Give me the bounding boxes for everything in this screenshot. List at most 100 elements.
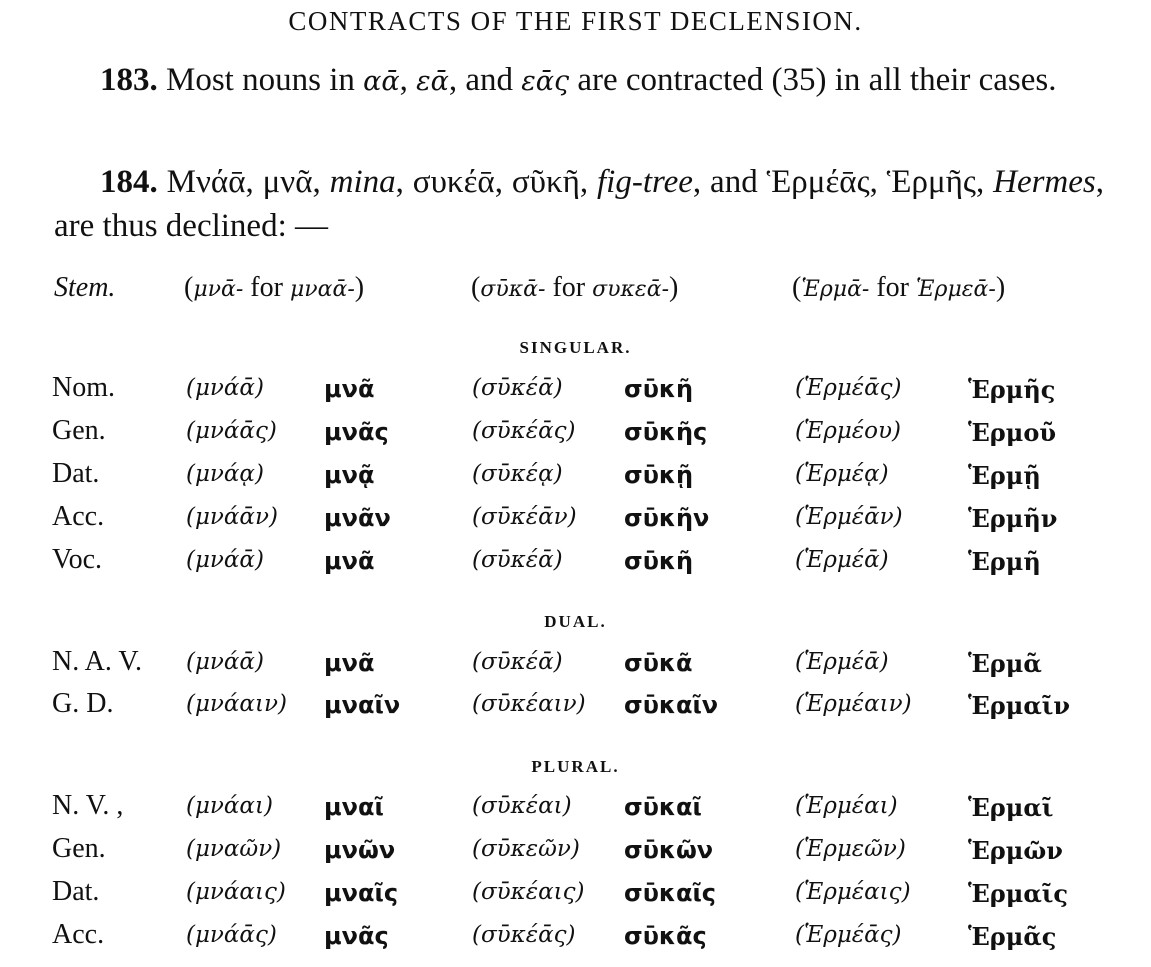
syke-uncontracted: (σῡκέαις) [472,879,585,905]
hermes-contracted: Ἑρμαῖς [968,879,1069,908]
paren: ) [669,272,679,303]
declension-row: Gen. (μνάᾱς) μνᾶς (σῡκέᾱς) σῡκῆς (Ἑρμέου) Ἑρμο… [0,415,1151,455]
section-dual-heading: DUAL. [544,612,607,631]
syke-contracted: σῡκῇ [624,461,694,489]
declension-row: Nom. (μνάᾱ) μνᾶ (σῡκέᾱ) σῡκῆ (Ἑρμέᾱς) Ἑρμῆς [0,372,1151,412]
mna-contracted: μνᾶν [324,504,391,532]
paragraph-number: 183. [100,62,158,98]
greek-ending: εᾱ [416,66,449,97]
hermes-uncontracted: (Ἑρμέᾱς) [795,922,902,948]
for-word: for [243,272,290,303]
paren: ) [354,272,365,303]
case-label: Gen. [52,833,106,864]
declension-row: Dat. (μνάαις) μναῖς (σῡκέαις) σῡκαῖς (Ἑρμέαις… [0,876,1151,916]
hermes-contracted: Ἑρμᾶς [968,922,1057,951]
hermes-contracted: Ἑρμῶν [968,836,1063,865]
section-singular-heading: SINGULAR. [519,338,632,357]
syke-uncontracted: (σῡκέᾳ) [472,461,563,487]
syke-uncontracted: (σῡκέᾱ) [472,649,563,675]
syke-contracted: σῡκαῖς [624,879,717,907]
hermes-uncontracted: (Ἑρμέᾱ) [795,649,889,675]
stem-form: σῡκᾱ- [480,277,546,302]
hermes-uncontracted: (Ἑρμέου) [795,418,901,444]
mna-uncontracted: (μνάαι) [186,793,273,819]
stem-original: μναᾱ- [289,277,355,302]
page-title: CONTRACTS OF THE FIRST DECLENSION. [288,6,863,36]
mna-uncontracted: (μνάαιν) [186,691,287,717]
mna-contracted: μναῖν [324,691,401,719]
declension-row: Dat. (μνάᾳ) μνᾷ (σῡκέᾳ) σῡκῇ (Ἑρμέᾳ) Ἑρμῇ [0,458,1151,498]
syke-contracted: σῡκῆν [624,504,710,532]
greek-words: Μνάᾱ, μνᾶ, [157,164,330,200]
hermes-contracted: Ἑρμαῖ [968,793,1054,822]
hermes-contracted: Ἑρμαῖν [968,691,1071,720]
syke-contracted: σῡκῆ [624,375,694,403]
case-label: Voc. [52,544,103,575]
syke-uncontracted: (σῡκεῶν) [472,836,580,862]
mna-contracted: μνᾷ [324,461,375,489]
mna-uncontracted: (μνάᾱ) [186,375,264,401]
paren: ( [471,272,481,303]
mna-uncontracted: (μναῶν) [186,836,282,862]
syke-contracted: σῡκᾶς [624,922,707,950]
hermes-uncontracted: (Ἑρμέᾳ) [795,461,889,487]
mna-contracted: μναῖ [324,793,384,821]
hermes-contracted: Ἑρμοῦ [968,418,1056,447]
case-label: N. A. V. [52,646,143,677]
declension-row: Gen. (μναῶν) μνῶν (σῡκεῶν) σῡκῶν (Ἑρμεῶν) Ἑρμῶ… [0,833,1151,873]
gloss: fig-tree [597,164,693,200]
mna-contracted: μνᾶς [324,418,389,446]
hermes-contracted: Ἑρμῆ [968,547,1041,576]
syke-contracted: σῡκαῖ [624,793,702,821]
case-label: G. D. [52,688,114,719]
stem-hermes: (Ἑρμᾱ- for Ἑρμεᾱ-) [792,272,1005,304]
mna-uncontracted: (μνάᾱ) [186,649,264,675]
hermes-uncontracted: (Ἑρμέαις) [795,879,911,905]
syke-contracted: σῡκῶν [624,836,714,864]
declension-row: Voc. (μνάᾱ) μνᾶ (σῡκέᾱ) σῡκῆ (Ἑρμέᾱ) Ἑρμῆ [0,544,1151,584]
syke-uncontracted: (σῡκέαιν) [472,691,586,717]
greek-words: , and Ἑρμέᾱς, Ἑρμῆς, [692,164,994,200]
stem-label: Stem. [54,272,116,303]
mna-contracted: μνᾶ [324,547,375,575]
declension-row: Acc. (μνάᾱν) μνᾶν (σῡκέᾱν) σῡκῆν (Ἑρμέᾱν) Ἑρμῆ… [0,501,1151,541]
syke-uncontracted: (σῡκέαι) [472,793,572,819]
syke-uncontracted: (σῡκέᾱς) [472,922,576,948]
stem-mna: (μνᾱ- for μναᾱ-) [184,272,364,304]
stem-original: Ἑρμεᾱ- [916,277,996,302]
mna-contracted: μνᾶς [324,922,389,950]
syke-contracted: σῡκῆ [624,547,694,575]
greek-ending: αᾱ [363,66,400,97]
greek-ending: εᾱς [521,66,570,97]
hermes-contracted: Ἑρμῆς [968,375,1056,404]
syke-contracted: σῡκαῖν [624,691,719,719]
paragraph-text: Most nouns in [157,62,364,98]
stem-form: μνᾱ- [193,277,244,302]
section-plural-heading: PLURAL. [531,757,620,776]
hermes-uncontracted: (Ἑρμέαι) [795,793,898,819]
separator: , and [448,62,522,98]
mna-contracted: μνᾶ [324,649,375,677]
paren: ) [995,272,1006,303]
mna-uncontracted: (μνάαις) [186,879,286,905]
case-label: Acc. [52,919,105,950]
mna-uncontracted: (μνάᾱν) [186,504,278,530]
hermes-contracted: Ἑρμῆν [968,504,1058,533]
gloss: Hermes [993,164,1096,200]
mna-contracted: μνᾶ [324,375,375,403]
hermes-uncontracted: (Ἑρμέαιν) [795,691,912,717]
syke-uncontracted: (σῡκέᾱς) [472,418,576,444]
separator: , [399,62,417,98]
syke-contracted: σῡκᾶ [624,649,693,677]
case-label: Acc. [52,501,105,532]
case-label: Dat. [52,458,100,489]
stem-form: Ἑρμᾱ- [801,277,870,302]
case-label: Dat. [52,876,100,907]
paragraph-184: 184. Μνάᾱ, μνᾶ, mina, συκέᾱ, σῦκῆ, fig-t… [54,160,1104,248]
syke-uncontracted: (σῡκέᾱ) [472,547,563,573]
stem-syke: (σῡκᾱ- for συκεᾱ-) [471,272,678,304]
mna-contracted: μνῶν [324,836,396,864]
hermes-contracted: Ἑρμῇ [968,461,1041,490]
hermes-contracted: Ἑρμᾶ [968,649,1042,678]
syke-uncontracted: (σῡκέᾱν) [472,504,577,530]
